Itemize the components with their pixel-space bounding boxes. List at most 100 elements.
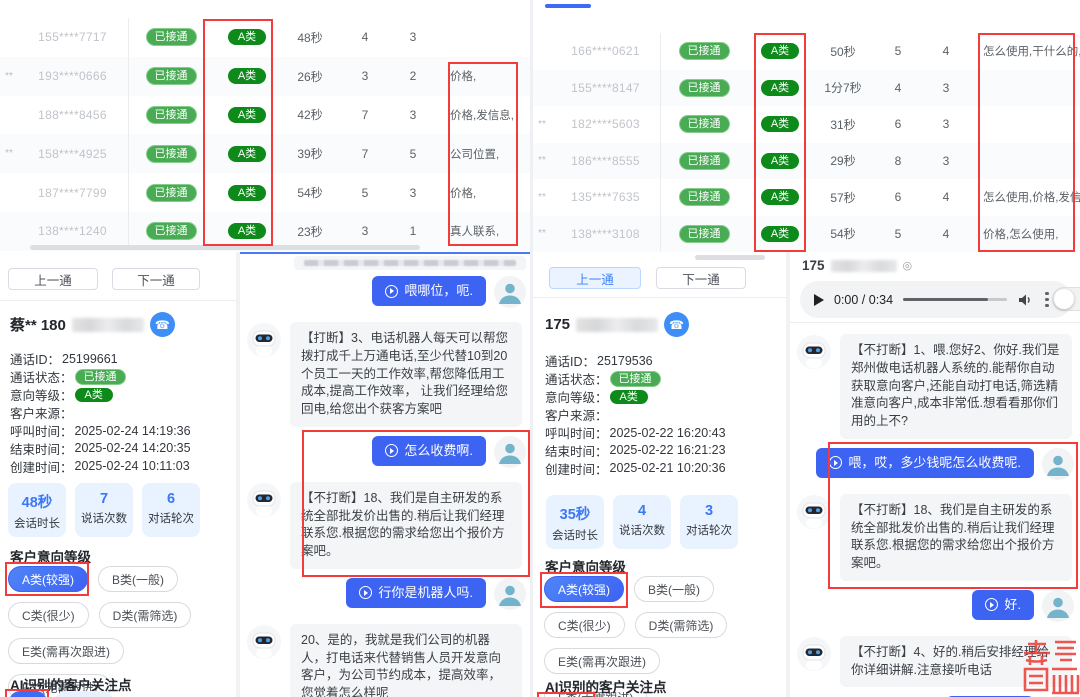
intent-pill[interactable]: D类(需筛选) bbox=[635, 612, 728, 638]
message-text: 【打断】3、电话机器人每天可以帮您拨打成千上万通电话,至少代替10到20个员工一… bbox=[301, 331, 508, 416]
stat-label: 对话轮次 bbox=[142, 510, 200, 526]
table-row[interactable]: 187****7799 已接通 A类 54秒 5 3 价格, bbox=[0, 173, 530, 212]
row-phone: 188****8456 bbox=[18, 108, 127, 122]
message-bubble[interactable]: 20、是的，我就是我们公司的机器人，打电话来代替销售人员开发意向客户，为公司节约… bbox=[290, 624, 522, 697]
divider bbox=[0, 300, 236, 301]
grade-badge: A类 bbox=[228, 29, 266, 45]
call-table-left: 155****7717 已接通 A类 48秒 4 3 ** 193****066… bbox=[0, 18, 530, 251]
focus-pill[interactable] bbox=[9, 691, 47, 697]
row-duration: 54秒 bbox=[812, 225, 874, 242]
message-bubble[interactable]: 【不打断】1、喂.您好2、你好.我们是郑州做电话机器人系统的.能帮你自动获取意向… bbox=[840, 334, 1072, 439]
robot-icon bbox=[796, 494, 832, 530]
grade-cell: A类 bbox=[748, 43, 812, 59]
recording-header: 175 ◎ bbox=[802, 258, 912, 273]
robot-avatar bbox=[796, 636, 832, 677]
play-segment-icon[interactable] bbox=[985, 598, 998, 611]
phone-icon[interactable]: ☎ bbox=[664, 312, 689, 337]
detail-field: 创建时间： 2025-02-24 10:11:03 bbox=[10, 457, 191, 475]
message-text: 【不打断】1、喂.您好2、你好.我们是郑州做电话机器人系统的.能帮你自动获取意向… bbox=[851, 343, 1059, 428]
translate-toggle[interactable]: ˅ bbox=[1052, 287, 1080, 311]
speaker-icon[interactable] bbox=[1017, 292, 1033, 308]
table-row[interactable]: ** 182****5603 已接通 A类 31秒 6 3 bbox=[533, 106, 1080, 143]
message-bubble[interactable]: 行你是机器人吗. bbox=[346, 578, 486, 608]
play-segment-icon[interactable] bbox=[385, 285, 398, 298]
play-segment-icon[interactable] bbox=[385, 444, 398, 457]
field-label: 客户来源： bbox=[10, 403, 73, 422]
row-phone: 158****4925 bbox=[18, 147, 127, 161]
table-row[interactable]: 155****7717 已接通 A类 48秒 4 3 bbox=[0, 18, 530, 57]
field-label: 通话状态： bbox=[10, 367, 73, 386]
status-badge: 已接通 bbox=[146, 222, 197, 240]
message-bubble[interactable]: 【不打断】18、我们是自主研发的系统全部批发价出售的.稍后让我们经理联系您.根据… bbox=[840, 494, 1072, 581]
message-bubble[interactable]: 【打断】3、电话机器人每天可以帮您拨打成千上万通电话,至少代替10到20个员工一… bbox=[290, 322, 522, 427]
message-bubble[interactable]: 【不打断】18、我们是自主研发的系统全部批发价出售的.稍后让我们经理联系您.根据… bbox=[290, 482, 522, 569]
player-menu-icon[interactable] bbox=[1043, 290, 1051, 310]
field-label: 客户来源： bbox=[545, 405, 608, 424]
intent-pill[interactable]: D类(需筛选) bbox=[99, 602, 192, 628]
row-round-count: 5 bbox=[389, 147, 437, 161]
row-phone: 138****1240 bbox=[18, 224, 127, 238]
message-bubble[interactable]: 喂哪位，呃. bbox=[372, 276, 486, 306]
table-row[interactable]: ** 193****0666 已接通 A类 26秒 3 2 价格, bbox=[0, 57, 530, 96]
robot-avatar bbox=[246, 482, 282, 523]
table-row[interactable]: 188****8456 已接通 A类 42秒 7 3 价格,发信息, bbox=[0, 96, 530, 135]
prev-call-button[interactable]: 上一通 bbox=[8, 268, 98, 290]
detail-field: 呼叫时间： 2025-02-24 14:19:36 bbox=[10, 422, 191, 440]
intent-pill[interactable]: B类(一般) bbox=[98, 566, 178, 592]
recording-name: 175 bbox=[802, 258, 825, 273]
field-label: 呼叫时间： bbox=[10, 421, 73, 440]
phone-icon[interactable]: ☎ bbox=[150, 312, 175, 337]
stat-label: 会话时长 bbox=[8, 515, 66, 531]
play-segment-icon[interactable] bbox=[829, 456, 842, 469]
stat-value: 4 bbox=[613, 503, 671, 519]
message-bubble[interactable]: 怎么收费啊. bbox=[372, 436, 486, 466]
status-badge: 已接通 bbox=[146, 28, 197, 46]
field-label: 意向等级： bbox=[10, 385, 73, 404]
row-concern: 真人联系, bbox=[437, 223, 530, 239]
intent-pill[interactable]: C类(很少) bbox=[544, 612, 625, 638]
row-customer-name: ** bbox=[533, 228, 551, 239]
next-call-button[interactable]: 下一通 bbox=[656, 267, 746, 289]
next-call-button[interactable]: 下一通 bbox=[112, 268, 200, 290]
table-row[interactable]: ** 135****7635 已接通 A类 57秒 6 4 怎么使用,价格,发信… bbox=[533, 179, 1080, 216]
row-duration: 1分7秒 bbox=[812, 79, 874, 96]
stat-box: 3 对话轮次 bbox=[680, 495, 738, 549]
field-label: 意向等级： bbox=[545, 387, 608, 406]
row-talk-count: 8 bbox=[874, 154, 922, 168]
grade-badge: A类 bbox=[761, 153, 799, 169]
horizontal-scrollbar[interactable] bbox=[30, 245, 420, 250]
row-duration: 31秒 bbox=[812, 116, 874, 133]
message-bubble[interactable]: 好. bbox=[972, 590, 1034, 620]
intent-pill[interactable]: B类(一般) bbox=[634, 576, 714, 602]
row-duration: 23秒 bbox=[279, 223, 341, 240]
play-segment-icon[interactable] bbox=[359, 586, 372, 599]
chat-message: 喂，哎，多少钱呢怎么收费呢. bbox=[796, 448, 1074, 485]
status-badge: 已接通 bbox=[146, 67, 197, 85]
table-row[interactable]: ** 158****4925 已接通 A类 39秒 7 5 公司位置, bbox=[0, 134, 530, 173]
intent-pill[interactable]: A类(较强) bbox=[544, 576, 624, 602]
row-duration: 39秒 bbox=[279, 145, 341, 162]
intent-pill[interactable]: C类(很少) bbox=[8, 602, 89, 628]
message-bubble[interactable]: 喂，哎，多少钱呢怎么收费呢. bbox=[816, 448, 1034, 478]
prev-call-button[interactable]: 上一通 bbox=[549, 267, 641, 289]
focus-pill[interactable] bbox=[55, 691, 113, 697]
intent-pill[interactable]: E类(需再次跟进) bbox=[8, 638, 124, 664]
field-value: 2025-02-24 10:11:03 bbox=[75, 459, 190, 473]
toggle-knob bbox=[1054, 289, 1074, 309]
field-value: 2025-02-21 10:20:36 bbox=[610, 461, 726, 475]
intent-pill[interactable]: E类(需再次跟进) bbox=[544, 648, 660, 674]
seek-bar[interactable] bbox=[903, 298, 1007, 301]
play-button[interactable] bbox=[814, 294, 824, 306]
table-row[interactable]: ** 138****3108 已接通 A类 54秒 5 4 价格,怎么使用, bbox=[533, 216, 1080, 253]
intent-pill[interactable]: A类(较强) bbox=[8, 566, 88, 592]
call-stats: 48秒 会话时长 7 说话次数 6 对话轮次 bbox=[8, 483, 200, 537]
customer-name: 175 bbox=[545, 316, 570, 333]
table-row[interactable]: ** 186****8555 已接通 A类 29秒 8 3 bbox=[533, 143, 1080, 180]
row-concern: 价格, bbox=[437, 68, 530, 84]
grade-badge: A类 bbox=[761, 226, 799, 242]
table-row[interactable]: 155****8147 已接通 A类 1分7秒 4 3 bbox=[533, 70, 1080, 107]
table-row[interactable]: 166****0621 已接通 A类 50秒 5 4 怎么使用,干什么的, bbox=[533, 33, 1080, 70]
horizontal-scrollbar[interactable] bbox=[695, 255, 765, 260]
row-customer-name: ** bbox=[533, 192, 551, 203]
field-label: 创建时间： bbox=[10, 457, 73, 476]
